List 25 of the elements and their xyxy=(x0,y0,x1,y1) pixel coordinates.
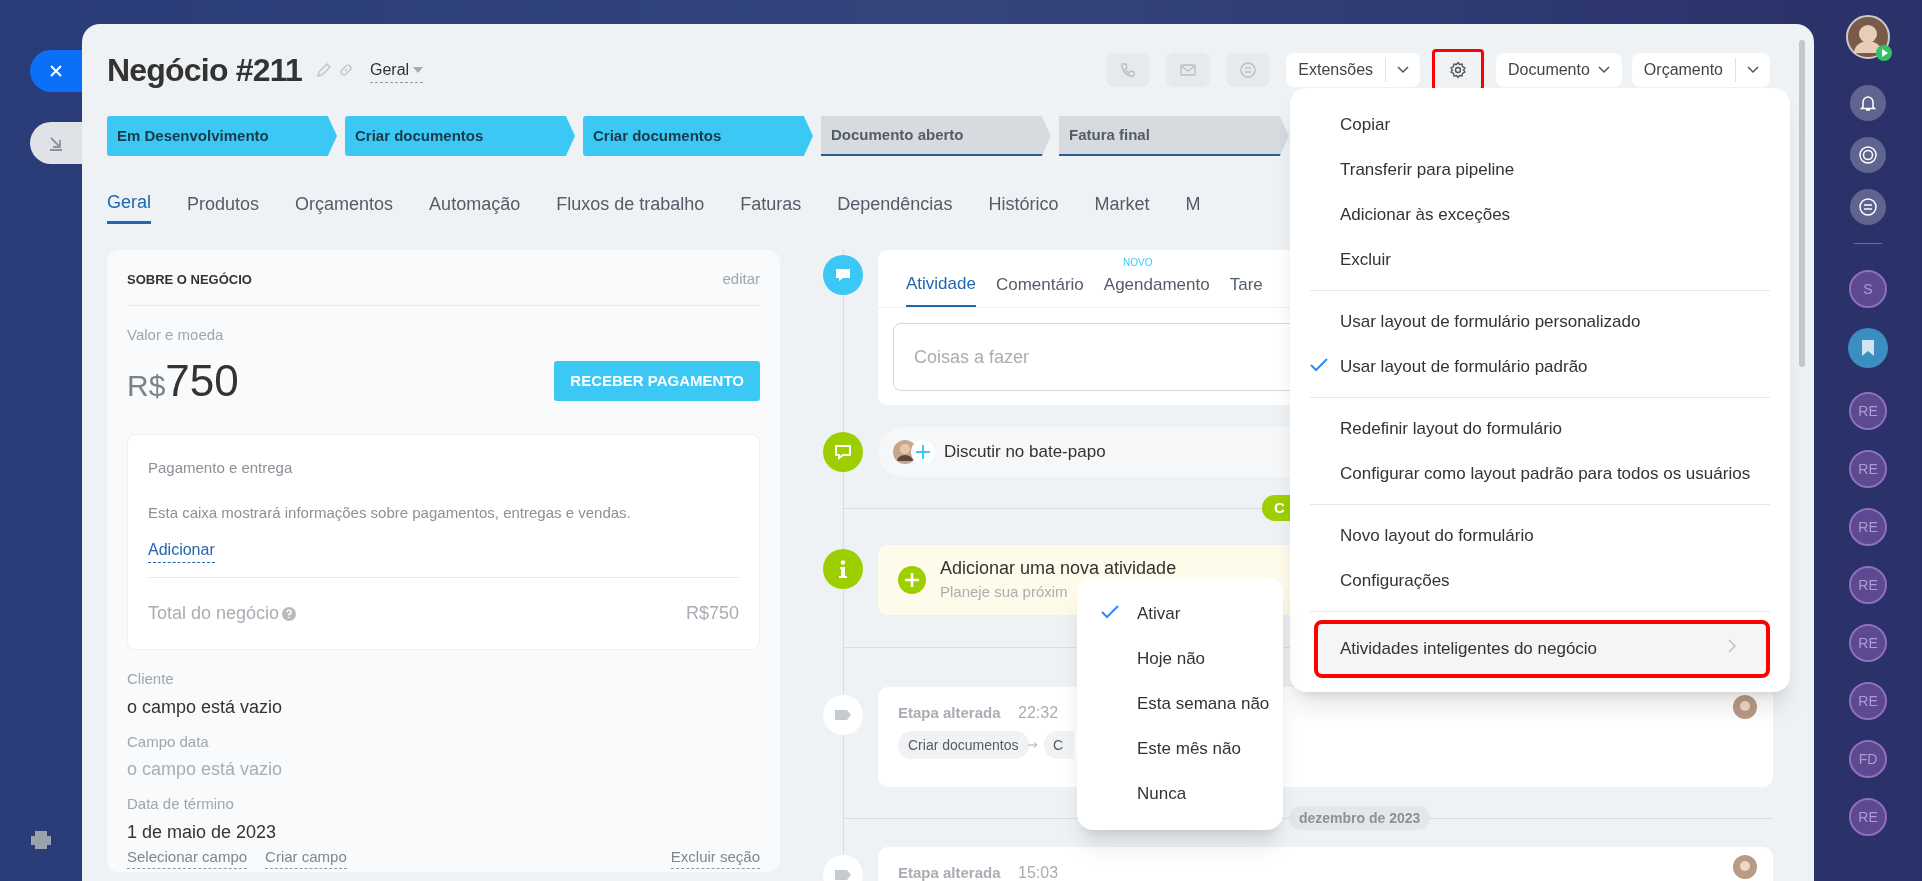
deal-title: Negócio #211 xyxy=(107,51,302,90)
event-time: 15:03 xyxy=(1018,863,1059,881)
payment-title: Pagamento e entrega xyxy=(148,458,294,478)
field-value: o campo está vazio xyxy=(127,758,284,781)
event-title: Etapa alterada xyxy=(898,703,1001,723)
date-label: dezembro de 2023 xyxy=(1289,806,1431,830)
currency-label: R$ xyxy=(127,369,166,404)
field-value: o campo está vazio xyxy=(127,695,284,719)
stage-chip: C xyxy=(1044,731,1074,759)
field-label: Cliente xyxy=(127,669,175,689)
total-label: Total do negócio xyxy=(148,602,280,625)
field-label: Campo data xyxy=(127,731,210,752)
field-label: Valor e moeda xyxy=(127,324,225,345)
payment-description: Esta caixa mostrará informações sobre pagamentos, entregas e vendas. xyxy=(148,502,632,523)
total-value: R$750 xyxy=(685,602,739,625)
activity-title: Adicionar uma nova atividade xyxy=(940,557,1177,580)
section-heading: SOBRE O NEGÓCIO xyxy=(127,270,252,289)
field-value: 1 de maio de 2023 xyxy=(127,820,278,844)
new-label: NOVO xyxy=(1123,256,1153,270)
event-time: 22:32 xyxy=(1018,703,1059,723)
event-title: Etapa alterada xyxy=(898,863,1001,881)
amount-value: 750 xyxy=(165,355,239,407)
activity-subtitle: Planeje sua próxim xyxy=(940,582,1068,602)
stage-chip: Criar documentos xyxy=(898,731,1029,759)
field-label: Data de término xyxy=(127,794,235,814)
